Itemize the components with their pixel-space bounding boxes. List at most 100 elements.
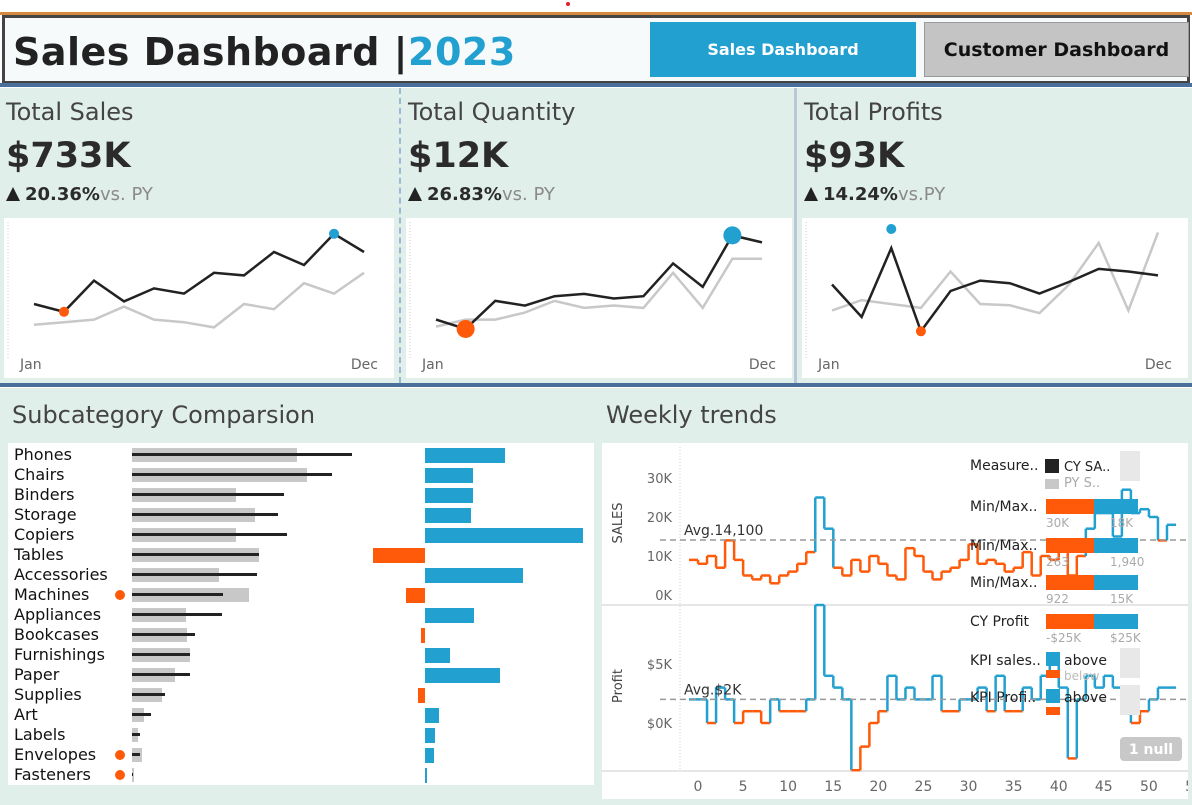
header-divider — [0, 83, 1192, 87]
sparkline-start-label: Jan — [20, 357, 42, 373]
legend-above-label: above — [1064, 690, 1107, 706]
kpi-delta: 26.83%vs. PY — [408, 184, 555, 205]
profit-bar — [425, 508, 471, 523]
subcategory-label: Machines — [14, 585, 90, 604]
subcategory-label: Tables — [14, 545, 64, 564]
sales-tick-label: 0K — [655, 589, 672, 604]
x-tick-label: 20 — [869, 779, 887, 795]
sparkline-end-label: Dec — [748, 357, 776, 373]
legend-py-swatch — [1045, 479, 1059, 489]
legend-above-label: above — [1064, 653, 1107, 669]
kpi-divider — [794, 88, 797, 383]
sparkline-start-label: Jan — [818, 357, 840, 373]
subcategory-chart: Phones Chairs Binders Storage Copiers Tables A… — [8, 443, 594, 785]
sparkline-cy-line — [435, 233, 763, 331]
sparkline-min-marker — [915, 326, 926, 337]
x-tick-label: 10 — [779, 779, 797, 795]
legend-kpi-profit-label: KPI Profi.. — [970, 690, 1036, 706]
kpi-total-profits[interactable]: Total Profits $93K 14.24%vs.PY Jan Dec — [798, 88, 1192, 383]
kpi-value: $12K — [408, 136, 509, 176]
kpi-total-quantity[interactable]: Total Quantity $12K 26.83%vs. PY Jan Dec — [402, 88, 794, 383]
weekly-chart-svg: SALES Profit 30K 20K 10K 0K $5K $0K 0 5 10 15 20 25 30… — [602, 447, 1192, 795]
profit-bar — [425, 568, 523, 583]
cy-sales-bar — [132, 773, 133, 776]
legend-range-min: 30K — [1046, 516, 1070, 530]
kpi-value: $733K — [6, 136, 131, 176]
decline-flag-dot — [115, 750, 125, 760]
sparkline-min-marker — [59, 306, 69, 317]
subcategory-label: Art — [14, 705, 38, 724]
sales-tick-label: 30K — [647, 472, 673, 487]
x-tick-label: 50 — [1140, 779, 1158, 795]
customer-dashboard-button[interactable]: Customer Dashboard — [924, 22, 1189, 77]
sales-dashboard-button[interactable]: Sales Dashboard — [650, 22, 916, 77]
legend-range-min: 922 — [1046, 592, 1069, 606]
legend-range-positive — [1094, 499, 1138, 514]
sales-average-label: Avg.14,100 — [684, 523, 763, 539]
x-tick-label: 55 — [1185, 779, 1188, 795]
profit-bar — [425, 708, 439, 723]
sparkline-end-label: Dec — [350, 357, 378, 373]
profit-bar — [373, 548, 425, 563]
profit-bar — [425, 668, 500, 683]
legend-kpi-sales-label: KPI sales.. — [970, 653, 1041, 669]
sparkline-py-line — [33, 271, 365, 329]
profit-bar — [425, 448, 505, 463]
kpi-total-sales[interactable]: Total Sales $733K 20.36%vs. PY Jan Dec — [0, 88, 398, 383]
cy-sales-bar — [132, 693, 165, 696]
page-title: Sales Dashboard |2023 — [13, 30, 516, 74]
sparkline-end-label: Dec — [1144, 357, 1172, 373]
sparkline-max-marker — [723, 226, 742, 245]
subcategory-label: Envelopes — [14, 745, 97, 764]
subcategory-label: Furnishings — [14, 645, 105, 664]
page-title-year: 2023 — [408, 30, 516, 74]
subcategory-label: Phones — [14, 445, 72, 464]
x-tick-label: 5 — [739, 779, 748, 795]
legend-range-max: 18K — [1110, 516, 1134, 530]
legend-range-max: 15K — [1110, 592, 1134, 606]
cy-sales-bar — [132, 633, 195, 636]
weekly-title: Weekly trends — [606, 401, 777, 429]
legend-range-label: CY Profit — [970, 614, 1030, 630]
legend-range-positive — [1094, 575, 1138, 590]
profit-axis-title: Profit — [611, 669, 626, 703]
legend-below-swatch — [1046, 670, 1060, 678]
legend-range-label: Min/Max.. — [970, 499, 1037, 515]
subcategory-title: Subcategory Comparsion — [12, 401, 316, 429]
sparkline-cy-line — [33, 232, 365, 314]
sparkline-max-marker — [886, 224, 897, 234]
up-triangle-icon — [408, 187, 422, 201]
cy-sales-bar — [132, 533, 287, 536]
x-tick-label: 45 — [1095, 779, 1113, 795]
subcategory-label: Accessories — [14, 565, 108, 584]
legend-above-swatch — [1046, 652, 1060, 666]
sparkline-chart — [805, 222, 1160, 358]
legend-range-label: Min/Max.. — [970, 538, 1037, 554]
null-badge-label: 1 null — [1129, 742, 1173, 758]
legend-scroll — [1120, 648, 1140, 678]
legend-range-negative — [1046, 575, 1094, 590]
profit-bar — [425, 528, 583, 543]
cy-sales-bar — [132, 513, 278, 516]
legend-range-min: -$25K — [1046, 631, 1082, 645]
cy-sales-bar — [132, 493, 284, 496]
sparkline-quantity: Jan Dec — [406, 218, 792, 378]
weekly-trends-chart: SALES Profit 30K 20K 10K 0K $5K $0K 0 5 10 15 20 25 30… — [602, 443, 1192, 799]
cy-sales-bar — [132, 473, 332, 476]
legend-cy-label: CY SA.. — [1064, 460, 1110, 475]
sparkline-chart — [7, 222, 365, 358]
legend-scroll — [1120, 451, 1140, 481]
sparkline-profits: Jan Dec — [802, 218, 1188, 378]
cy-sales-bar — [132, 653, 190, 656]
subcategory-label: Storage — [14, 505, 77, 524]
subcategory-label: Bookcases — [14, 625, 99, 644]
cy-sales-bar — [132, 573, 257, 576]
sales-tick-label: 10K — [647, 550, 673, 565]
sparkline-start-label: Jan — [422, 357, 444, 373]
legend-below-swatch — [1046, 707, 1060, 715]
sparkline-max-marker — [329, 228, 339, 239]
cy-sales-bar — [132, 553, 259, 556]
sparkline-sales: Jan Dec — [4, 218, 394, 378]
profit-bar — [425, 648, 450, 663]
profit-bar — [425, 468, 473, 483]
